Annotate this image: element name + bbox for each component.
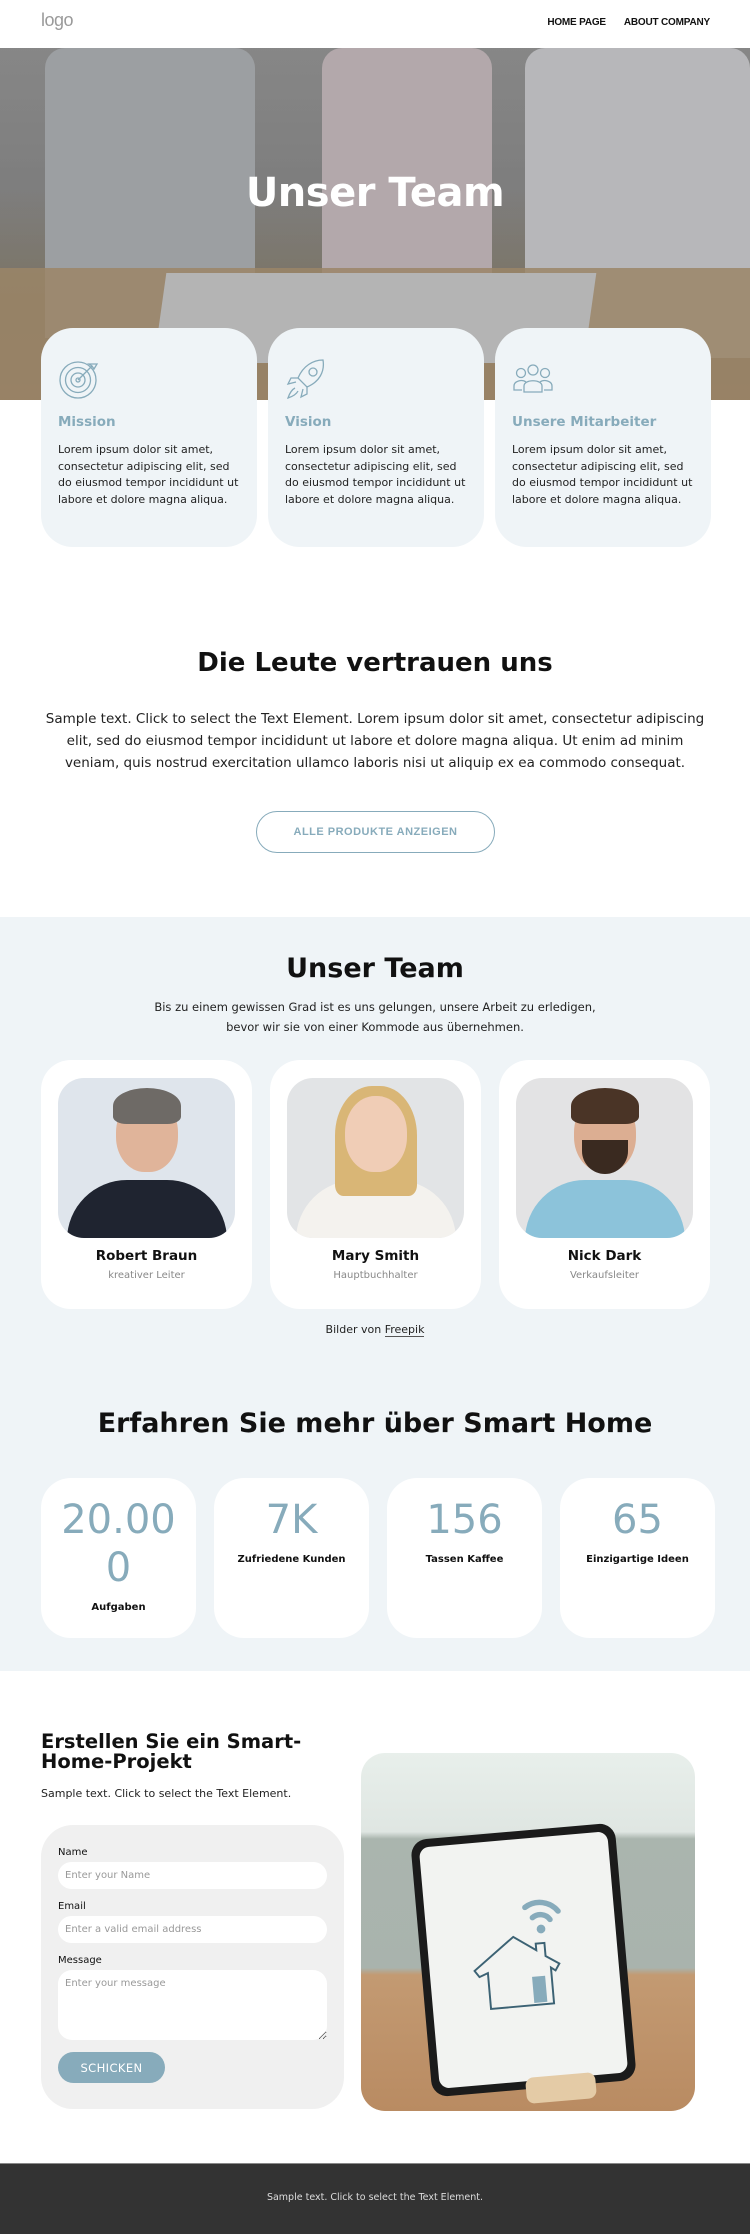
- message-label: Message: [58, 1955, 102, 1966]
- feature-title: Mission: [58, 414, 116, 430]
- stat-label: Aufgaben: [91, 1602, 146, 1613]
- credit-prefix: Bilder von: [325, 1323, 385, 1336]
- logo[interactable]: logo: [41, 10, 74, 31]
- feature-card-employees: Unsere Mitarbeiter Lorem ipsum dolor sit…: [495, 328, 711, 547]
- tablet-screen: [418, 1831, 629, 2089]
- nav-about-company[interactable]: ABOUT COMPANY: [624, 17, 710, 28]
- team-member-name: Robert Braun: [95, 1248, 198, 1264]
- stat-value: 20.000: [61, 1497, 176, 1591]
- team-member-name: Nick Dark: [567, 1248, 642, 1264]
- team-member-photo: [287, 1078, 464, 1238]
- feature-card-vision: Vision Lorem ipsum dolor sit amet, conse…: [268, 328, 484, 547]
- contact-title: Erstellen Sie ein Smart-Home-Projekt: [41, 1732, 302, 1772]
- contact-form: Name Email Message SCHICKEN: [41, 1825, 344, 2109]
- feature-card-mission: Mission Lorem ipsum dolor sit amet, cons…: [41, 328, 257, 547]
- team-member-role: Hauptbuchhalter: [333, 1270, 418, 1281]
- stat-value: 156: [426, 1497, 503, 1543]
- nav-home-page[interactable]: HOME PAGE: [547, 17, 606, 28]
- email-label: Email: [58, 1901, 86, 1912]
- feature-title: Unsere Mitarbeiter: [512, 414, 657, 430]
- stats-title: Erfahren Sie mehr über Smart Home: [97, 1408, 653, 1439]
- smart-home-tablet-image: [361, 1753, 695, 2111]
- main-nav: HOME PAGE ABOUT COMPANY: [547, 17, 710, 28]
- trust-text: Sample text. Click to select the Text El…: [45, 711, 705, 771]
- team-cards: Robert Braun kreativer Leiter Mary Smith…: [41, 1060, 710, 1309]
- smart-home-wifi-icon: [473, 1899, 561, 2010]
- stat-value: 65: [612, 1497, 663, 1543]
- stat-card: 7K Zufriedene Kunden: [214, 1478, 369, 1638]
- team-member-photo: [58, 1078, 235, 1238]
- stats-cards: 20.000 Aufgaben 7K Zufriedene Kunden 156…: [41, 1478, 715, 1638]
- team-member-card: Nick Dark Verkaufsleiter: [499, 1060, 710, 1309]
- stat-label: Zufriedene Kunden: [237, 1554, 346, 1565]
- stat-card: 20.000 Aufgaben: [41, 1478, 196, 1638]
- message-textarea[interactable]: [58, 1970, 327, 2040]
- freepik-link[interactable]: Freepik: [384, 1323, 425, 1337]
- tablet-stand: [525, 2071, 597, 2105]
- hero-title: Unser Team: [245, 170, 505, 216]
- footer-text: Sample text. Click to select the Text El…: [266, 2192, 484, 2203]
- team-member-card: Mary Smith Hauptbuchhalter: [270, 1060, 481, 1309]
- stat-value: 7K: [265, 1497, 318, 1543]
- team-member-role: Verkaufsleiter: [569, 1270, 640, 1281]
- name-label: Name: [58, 1847, 88, 1858]
- team-title: Unser Team: [286, 953, 464, 984]
- feature-text: Lorem ipsum dolor sit amet, consectetur …: [512, 443, 693, 506]
- people-icon: [513, 364, 553, 393]
- image-credit: Bilder von Freepik: [0, 1323, 750, 1337]
- site-header: logo HOME PAGE ABOUT COMPANY: [0, 0, 750, 48]
- feature-title: Vision: [285, 414, 332, 430]
- feature-text: Lorem ipsum dolor sit amet, consectetur …: [58, 443, 239, 506]
- rocket-icon: [286, 359, 325, 400]
- tablet-device: [410, 1822, 637, 2098]
- stat-card: 65 Einzigartige Ideen: [560, 1478, 715, 1638]
- team-member-photo: [516, 1078, 693, 1238]
- target-icon: [59, 361, 99, 399]
- email-input[interactable]: [58, 1916, 327, 1943]
- stat-label: Tassen Kaffee: [425, 1554, 504, 1565]
- name-input[interactable]: [58, 1862, 327, 1889]
- stat-label: Einzigartige Ideen: [586, 1554, 689, 1565]
- site-footer: Sample text. Click to select the Text El…: [0, 2163, 750, 2234]
- submit-button[interactable]: SCHICKEN: [58, 2052, 165, 2083]
- feature-cards: Mission Lorem ipsum dolor sit amet, cons…: [41, 328, 711, 547]
- trust-title: Die Leute vertrauen uns: [197, 648, 553, 678]
- contact-subtitle: Sample text. Click to select the Text El…: [41, 1787, 292, 1800]
- view-all-products-button[interactable]: ALLE PRODUKTE ANZEIGEN: [256, 811, 495, 853]
- team-member-card: Robert Braun kreativer Leiter: [41, 1060, 252, 1309]
- team-member-role: kreativer Leiter: [108, 1270, 185, 1281]
- feature-text: Lorem ipsum dolor sit amet, consectetur …: [285, 443, 466, 506]
- team-subtitle: Bis zu einem gewissen Grad ist es uns ge…: [154, 1000, 596, 1034]
- team-member-name: Mary Smith: [331, 1248, 420, 1264]
- stat-card: 156 Tassen Kaffee: [387, 1478, 542, 1638]
